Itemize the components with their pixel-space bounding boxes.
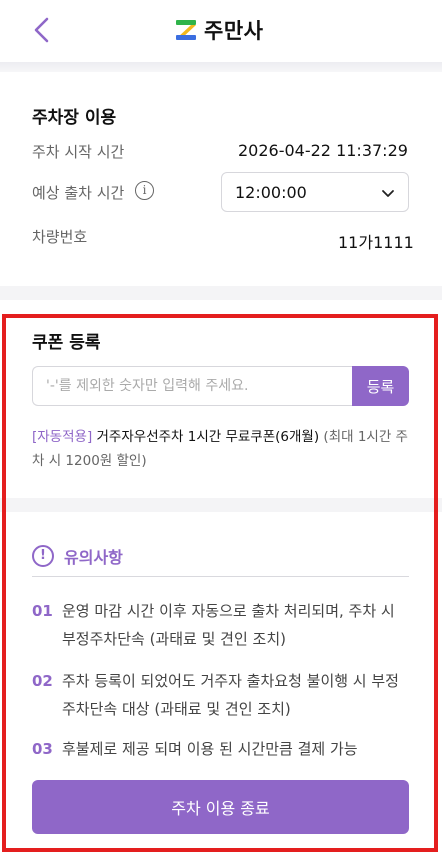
chevron-left-icon (34, 17, 49, 43)
coupon-section-title: 쿠폰 등록 (32, 333, 101, 353)
expected-exit-label: 예상 출차 시간 (32, 184, 125, 202)
notice-number: 02 (32, 672, 53, 690)
plate-value: 11가1111 (338, 233, 414, 252)
notice-number: 03 (32, 740, 53, 758)
expected-exit-select[interactable]: 12:00:00 (221, 172, 409, 212)
auto-apply-tag: [자동적용] (32, 429, 93, 445)
expected-exit-value: 12:00:00 (235, 183, 307, 202)
notice-title: 유의사항 (64, 548, 123, 567)
notice-item: 03 후불제로 제공 되며 이용 된 시간만큼 결제 가능 (32, 735, 409, 763)
applied-coupon-info: [자동적용] 거주자우선주차 1시간 무료쿠폰(6개월) (최대 1시간 주차 … (32, 425, 412, 473)
start-time-label: 주차 시작 시간 (32, 143, 125, 161)
start-time-value: 2026-04-22 11:37:29 (238, 141, 408, 160)
header-divider (0, 62, 442, 72)
app-logo: 주만사 (174, 16, 263, 44)
parking-section-title: 주차장 이용 (32, 108, 117, 128)
back-button[interactable] (28, 14, 58, 46)
logo-z-icon (176, 20, 196, 40)
logo-text: 주만사 (204, 19, 264, 43)
section-gap (0, 286, 442, 300)
plate-label: 차량번호 (32, 228, 88, 246)
notice-number: 01 (32, 602, 53, 620)
section-gap (0, 498, 442, 512)
notice-item: 02 주차 등록이 되었어도 거주자 출차요청 불이행 시 부정주차단속 대상 … (32, 667, 409, 723)
info-icon[interactable]: i (135, 181, 154, 200)
notice-text: 후불제로 제공 되며 이용 된 시간만큼 결제 가능 (62, 740, 358, 758)
notice-header: ! 유의사항 (32, 544, 123, 568)
notice-text: 운영 마감 시간 이후 자동으로 출차 처리되며, 주차 시 부정주차단속 (과… (62, 602, 395, 648)
coupon-register-button[interactable]: 등록 (352, 366, 409, 406)
end-parking-button[interactable]: 주차 이용 종료 (32, 780, 409, 834)
notice-item: 01 운영 마감 시간 이후 자동으로 출차 처리되며, 주차 시 부정주차단속… (32, 597, 409, 653)
coupon-name: 거주자우선주차 1시간 무료쿠폰(6개월) (96, 429, 320, 445)
app-header: 주만사 (0, 0, 442, 62)
notice-text: 주차 등록이 되었어도 거주자 출차요청 불이행 시 부정주차단속 대상 (과태… (62, 672, 399, 718)
exclamation-circle-icon: ! (32, 545, 54, 567)
chevron-down-icon (382, 190, 394, 197)
notice-divider (32, 576, 409, 577)
coupon-input[interactable] (32, 366, 354, 406)
